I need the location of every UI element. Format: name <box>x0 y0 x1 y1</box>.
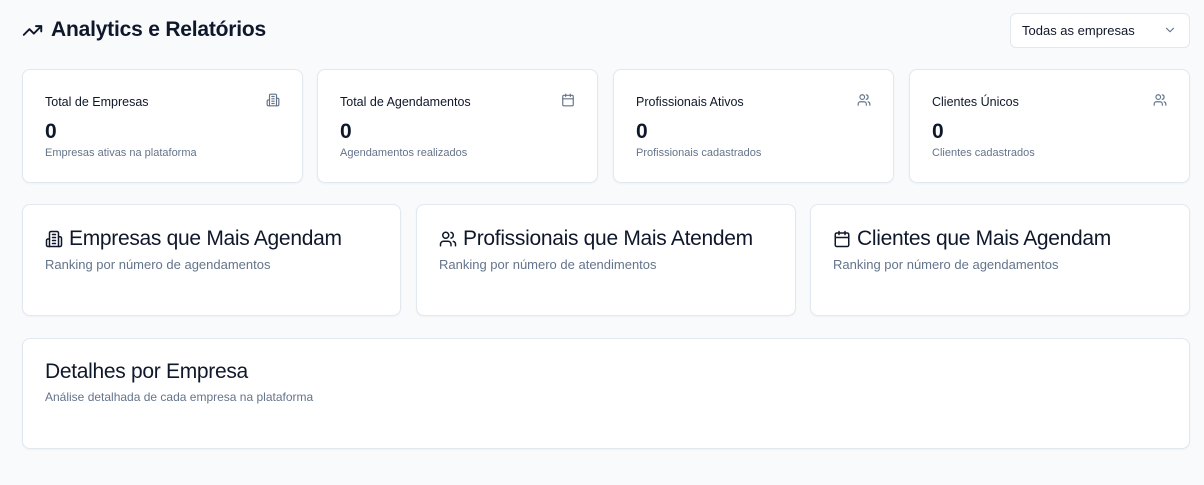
ranking-header: Empresas que Mais Agendam <box>45 227 342 251</box>
ranking-header: Profissionais que Mais Atendem <box>439 227 753 251</box>
ranking-title: Clientes que Mais Agendam <box>857 227 1111 250</box>
chevron-down-icon <box>1163 23 1177 37</box>
users-icon <box>857 93 871 107</box>
trending-up-icon <box>22 20 43 41</box>
ranking-title: Profissionais que Mais Atendem <box>463 227 753 250</box>
stat-description: Agendamentos realizados <box>340 147 468 159</box>
stat-value: 0 <box>340 120 352 143</box>
stat-card-total-empresas: Total de Empresas 0 Empresas ativas na p… <box>22 69 303 183</box>
page-header: Analytics e Relatórios Todas as empresas <box>22 12 1190 48</box>
users-icon <box>1153 93 1167 107</box>
stat-card-clientes-unicos: Clientes Únicos 0 Clientes cadastrados <box>909 69 1190 183</box>
stat-value: 0 <box>932 120 944 143</box>
ranking-description: Ranking por número de atendimentos <box>439 257 657 272</box>
details-description: Análise detalhada de cada empresa na pla… <box>45 390 314 404</box>
company-select-value: Todas as empresas <box>1022 22 1135 38</box>
details-title: Detalhes por Empresa <box>45 360 248 383</box>
company-select[interactable]: Todas as empresas <box>1010 12 1190 48</box>
ranking-header: Clientes que Mais Agendam <box>833 227 1111 251</box>
ranking-description: Ranking por número de agendamentos <box>45 257 271 272</box>
ranking-title: Empresas que Mais Agendam <box>69 227 342 250</box>
stat-description: Clientes cadastrados <box>932 147 1035 159</box>
ranking-card-profissionais: Profissionais que Mais Atendem Ranking p… <box>416 204 796 316</box>
users-icon <box>439 230 457 248</box>
page-title: Analytics e Relatórios <box>51 18 267 41</box>
calendar-icon <box>561 93 575 107</box>
stat-label: Profissionais Ativos <box>636 95 744 109</box>
stat-value: 0 <box>636 120 648 143</box>
stat-label: Clientes Únicos <box>932 95 1019 109</box>
details-card: Detalhes por Empresa Análise detalhada d… <box>22 338 1190 449</box>
building-icon <box>266 93 280 107</box>
stat-label: Total de Agendamentos <box>340 95 471 109</box>
calendar-icon <box>833 230 851 248</box>
stat-label: Total de Empresas <box>45 95 149 109</box>
stat-value: 0 <box>45 120 57 143</box>
stat-card-total-agendamentos: Total de Agendamentos 0 Agendamentos rea… <box>317 69 598 183</box>
stat-description: Profissionais cadastrados <box>636 147 762 159</box>
ranking-card-empresas: Empresas que Mais Agendam Ranking por nú… <box>22 204 401 316</box>
stat-card-profissionais-ativos: Profissionais Ativos 0 Profissionais cad… <box>613 69 894 183</box>
stat-description: Empresas ativas na plataforma <box>45 147 197 159</box>
building-icon <box>45 230 63 248</box>
ranking-description: Ranking por número de agendamentos <box>833 257 1059 272</box>
ranking-card-clientes: Clientes que Mais Agendam Ranking por nú… <box>810 204 1190 316</box>
title-group: Analytics e Relatórios <box>22 18 266 42</box>
